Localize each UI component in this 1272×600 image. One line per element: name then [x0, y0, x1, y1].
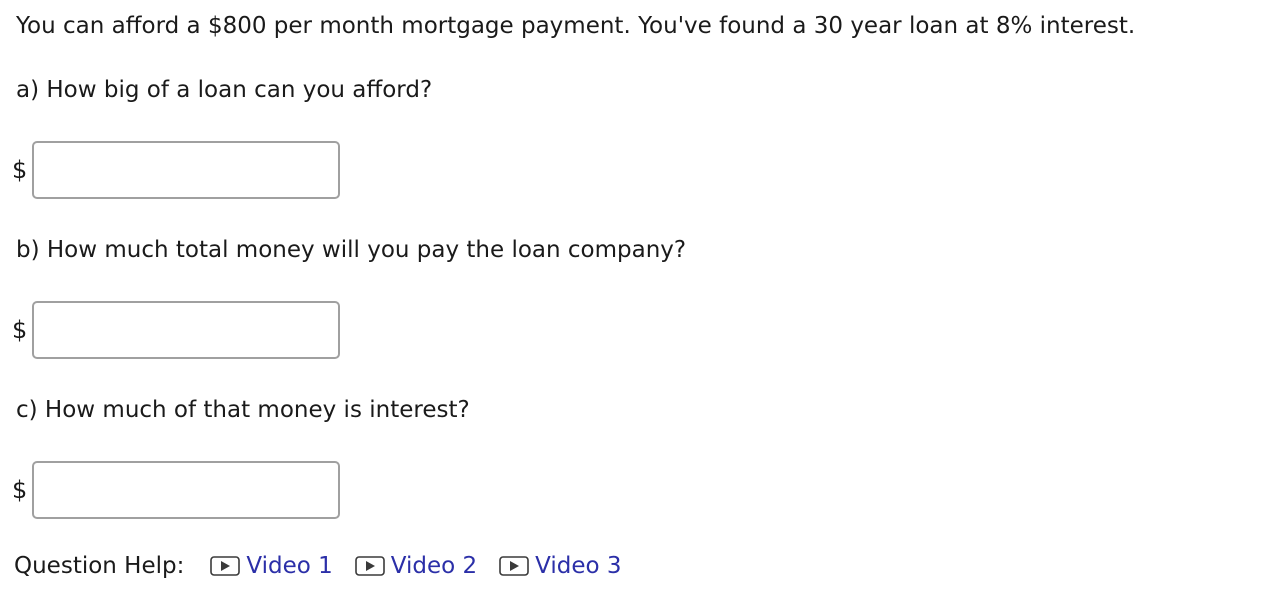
question-b: b) How much total money will you pay the…	[16, 237, 687, 263]
answer-row-c: $	[12, 461, 340, 519]
video-3-label: Video 3	[535, 553, 622, 579]
play-icon	[354, 556, 385, 576]
play-icon	[210, 556, 241, 576]
dollar-sign: $	[12, 156, 28, 184]
question-help: Question Help: Video 1 Video 2 Video 3	[14, 548, 644, 584]
video-1-label: Video 1	[246, 553, 333, 579]
answer-input-a[interactable]	[32, 141, 340, 199]
dollar-sign: $	[12, 316, 28, 344]
video-2-link[interactable]: Video 2	[354, 553, 478, 579]
answer-row-a: $	[12, 141, 340, 199]
video-3-link[interactable]: Video 3	[499, 553, 622, 579]
video-2-label: Video 2	[390, 553, 478, 579]
question-a: a) How big of a loan can you afford?	[16, 77, 433, 103]
question-help-label: Question Help:	[14, 553, 185, 579]
answer-row-b: $	[12, 301, 340, 359]
question-c: c) How much of that money is interest?	[16, 397, 470, 423]
answer-input-b[interactable]	[32, 301, 340, 359]
play-icon	[499, 556, 529, 576]
problem-statement: You can afford a $800 per month mortgage…	[16, 13, 1136, 39]
video-1-link[interactable]: Video 1	[210, 553, 333, 579]
answer-input-c[interactable]	[32, 461, 340, 519]
dollar-sign: $	[12, 476, 28, 504]
